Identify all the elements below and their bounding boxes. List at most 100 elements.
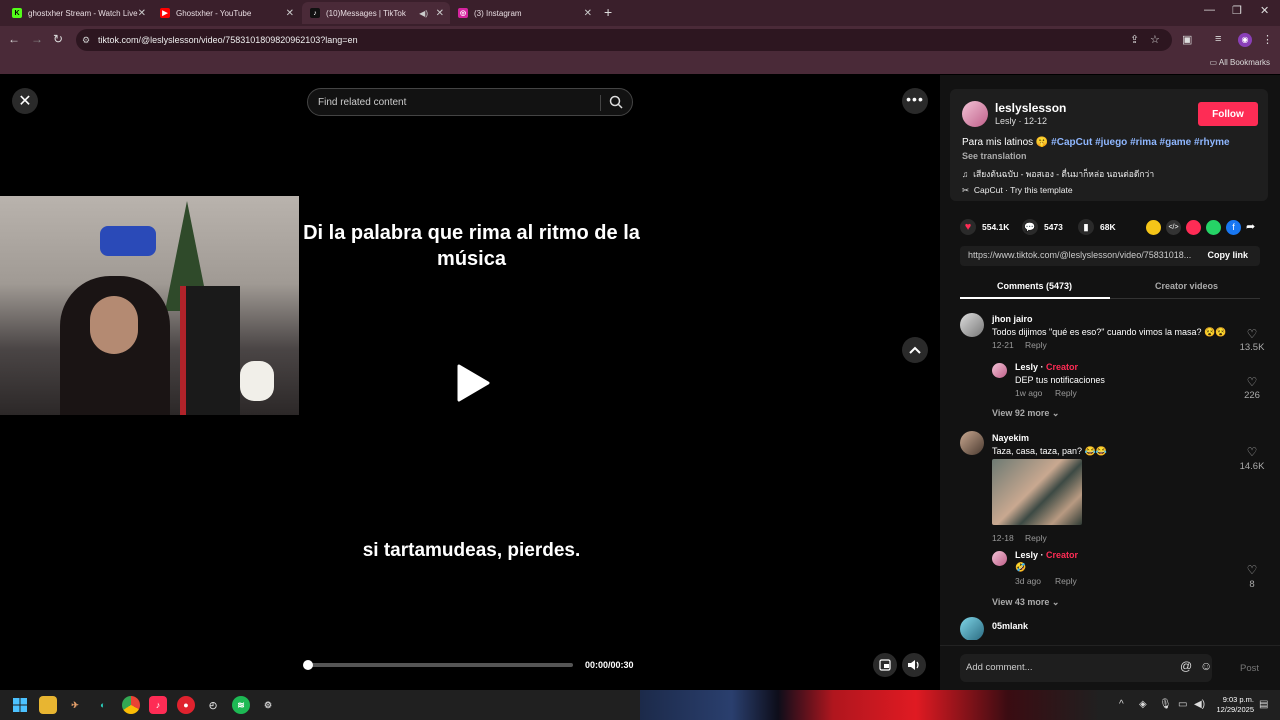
share-arrow-icon[interactable]: ➦ bbox=[1246, 220, 1261, 235]
save-button[interactable]: ▮ 68K bbox=[1078, 219, 1116, 235]
menu-dots-icon[interactable]: ⋮ bbox=[1262, 33, 1273, 46]
repost-icon[interactable] bbox=[1146, 220, 1161, 235]
all-bookmarks[interactable]: ▭ All Bookmarks bbox=[1210, 58, 1270, 67]
edge-icon[interactable]: ◐ bbox=[94, 696, 112, 714]
avatar[interactable] bbox=[992, 363, 1007, 378]
reply-button[interactable]: Reply bbox=[1025, 533, 1047, 543]
music-link[interactable]: ♫ เสียงต้นฉบับ - พอสเอง - ตื่นมาก็หล่อ น… bbox=[962, 167, 1154, 181]
capcut-link[interactable]: ✂ CapCut · Try this template bbox=[962, 185, 1073, 196]
speaker-icon[interactable]: ◀) bbox=[419, 9, 428, 18]
close-tab-icon[interactable]: ✕ bbox=[584, 8, 592, 19]
username[interactable]: leslyslesson bbox=[995, 101, 1066, 115]
video-player[interactable]: Di la palabra que rima al ritmo de la mú… bbox=[300, 120, 643, 690]
forward-icon[interactable]: → bbox=[31, 32, 43, 46]
microphone-icon[interactable]: 🎙 bbox=[1159, 699, 1172, 710]
heart-icon[interactable]: ♡ bbox=[1234, 327, 1270, 341]
install-app-icon[interactable]: ⇪ bbox=[1130, 33, 1139, 46]
comment-image[interactable] bbox=[992, 459, 1082, 525]
avatar[interactable] bbox=[960, 313, 984, 337]
site-info-icon[interactable]: ⚙ bbox=[82, 35, 90, 46]
minimize-icon[interactable]: — bbox=[1204, 4, 1215, 16]
tab-instagram[interactable]: ◎ (3) Instagram ✕ bbox=[450, 2, 598, 24]
hashtag[interactable]: #CapCut bbox=[1051, 137, 1092, 148]
search-bar[interactable]: Find related content bbox=[307, 88, 633, 116]
heart-icon[interactable]: ♡ bbox=[1234, 445, 1270, 459]
follow-button[interactable]: Follow bbox=[1198, 102, 1258, 126]
network-icon[interactable]: ▭ bbox=[1178, 699, 1187, 710]
reply-button[interactable]: Reply bbox=[1055, 576, 1077, 586]
tab-creator-videos[interactable]: Creator videos bbox=[1155, 281, 1218, 291]
progress-bar[interactable] bbox=[307, 663, 573, 667]
like-button[interactable]: ♥ 554.1K bbox=[960, 219, 1009, 235]
bookmark-star-icon[interactable]: ☆ bbox=[1150, 33, 1160, 46]
volume-button[interactable] bbox=[902, 653, 926, 677]
comment-author[interactable]: 05mlank bbox=[992, 621, 1028, 631]
start-icon[interactable] bbox=[11, 696, 29, 714]
hashtag[interactable]: #game bbox=[1160, 137, 1192, 148]
reply-author[interactable]: Lesly · Creator bbox=[1015, 550, 1078, 560]
tab-youtube[interactable]: ▶ Ghostxher - YouTube ✕ bbox=[152, 2, 300, 24]
settings-icon[interactable]: ⚙ bbox=[259, 696, 277, 714]
reload-icon[interactable]: ↻ bbox=[53, 32, 63, 46]
video-link-box[interactable]: https://www.tiktok.com/@leslyslesson/vid… bbox=[960, 246, 1260, 266]
back-icon[interactable]: ← bbox=[8, 32, 20, 46]
side-panel-icon[interactable]: ▣ bbox=[1182, 33, 1192, 46]
reply-button[interactable]: Reply bbox=[1025, 340, 1047, 350]
hashtag[interactable]: #rhyme bbox=[1194, 137, 1230, 148]
tab-tiktok[interactable]: ♪ (10)Messages | TikTok ◀) ✕ bbox=[302, 2, 450, 24]
facebook-icon[interactable]: f bbox=[1226, 220, 1241, 235]
chrome-icon[interactable] bbox=[122, 696, 140, 714]
avatar[interactable] bbox=[960, 617, 984, 640]
view-more-replies[interactable]: View 92 more ⌄ bbox=[992, 408, 1059, 419]
hashtag[interactable]: #rima bbox=[1130, 137, 1157, 148]
reply-author[interactable]: Lesly · Creator bbox=[1015, 362, 1078, 372]
close-tab-icon[interactable]: ✕ bbox=[436, 8, 444, 19]
post-button[interactable]: Post bbox=[1240, 663, 1259, 674]
heart-icon[interactable]: ♡ bbox=[1234, 563, 1270, 577]
hashtag[interactable]: #juego bbox=[1095, 137, 1127, 148]
close-tab-icon[interactable]: ✕ bbox=[138, 8, 146, 19]
maximize-icon[interactable]: ❐ bbox=[1232, 4, 1242, 17]
comment-input[interactable]: Add comment... bbox=[960, 654, 1212, 682]
mention-icon[interactable]: @ bbox=[1180, 659, 1192, 673]
embed-icon[interactable]: </> bbox=[1166, 220, 1181, 235]
app-red-icon[interactable]: ● bbox=[177, 696, 195, 714]
whatsapp-icon[interactable] bbox=[1206, 220, 1221, 235]
previous-video-button[interactable] bbox=[902, 337, 928, 363]
heart-icon[interactable]: ♡ bbox=[1234, 375, 1270, 389]
play-icon[interactable] bbox=[455, 363, 491, 408]
comment-button[interactable]: 💬 5473 bbox=[1022, 219, 1063, 235]
system-clock[interactable]: 9:03 p.m. 12/29/2025 bbox=[1210, 695, 1254, 715]
emoji-icon[interactable]: ☺ bbox=[1200, 659, 1212, 673]
file-explorer-icon[interactable] bbox=[39, 696, 57, 714]
new-tab-icon[interactable]: + bbox=[604, 4, 612, 20]
more-options-button[interactable]: ••• bbox=[902, 88, 928, 114]
notification-icon[interactable]: ▤ bbox=[1259, 699, 1268, 710]
tiktok-icon[interactable]: ♪ bbox=[149, 696, 167, 714]
close-tab-icon[interactable]: ✕ bbox=[286, 8, 294, 19]
see-translation-link[interactable]: See translation bbox=[962, 151, 1027, 161]
progress-handle[interactable] bbox=[303, 660, 313, 670]
tab-kick[interactable]: K ghostxher Stream - Watch Live ✕ bbox=[4, 2, 152, 24]
search-icon[interactable] bbox=[609, 95, 623, 112]
spotify-icon[interactable]: ≋ bbox=[232, 696, 250, 714]
reply-button[interactable]: Reply bbox=[1055, 388, 1077, 398]
clock-app-icon[interactable]: ◴ bbox=[204, 696, 222, 714]
pip-button[interactable] bbox=[873, 653, 897, 677]
media-control-icon[interactable]: ≡ bbox=[1215, 33, 1221, 45]
app-icon[interactable]: ✈ bbox=[66, 696, 84, 714]
close-window-icon[interactable]: ✕ bbox=[1260, 4, 1269, 17]
avatar[interactable] bbox=[960, 431, 984, 455]
chevron-up-icon[interactable]: ^ bbox=[1119, 699, 1124, 710]
tab-comments[interactable]: Comments (5473) bbox=[997, 281, 1072, 291]
view-more-replies[interactable]: View 43 more ⌄ bbox=[992, 597, 1059, 608]
copy-link-button[interactable]: Copy link bbox=[1195, 246, 1260, 266]
profile-icon[interactable]: ◉ bbox=[1238, 33, 1252, 47]
send-icon[interactable] bbox=[1186, 220, 1201, 235]
comment-author[interactable]: jhon jairo bbox=[992, 314, 1033, 324]
close-video-button[interactable]: ✕ bbox=[12, 88, 38, 114]
comment-author[interactable]: Nayekim bbox=[992, 433, 1029, 443]
tray-app-icon[interactable]: ◈ bbox=[1139, 699, 1147, 710]
speaker-icon[interactable]: ◀) bbox=[1194, 699, 1205, 710]
address-bar[interactable]: ⚙ tiktok.com/@leslyslesson/video/7583101… bbox=[76, 29, 1172, 51]
